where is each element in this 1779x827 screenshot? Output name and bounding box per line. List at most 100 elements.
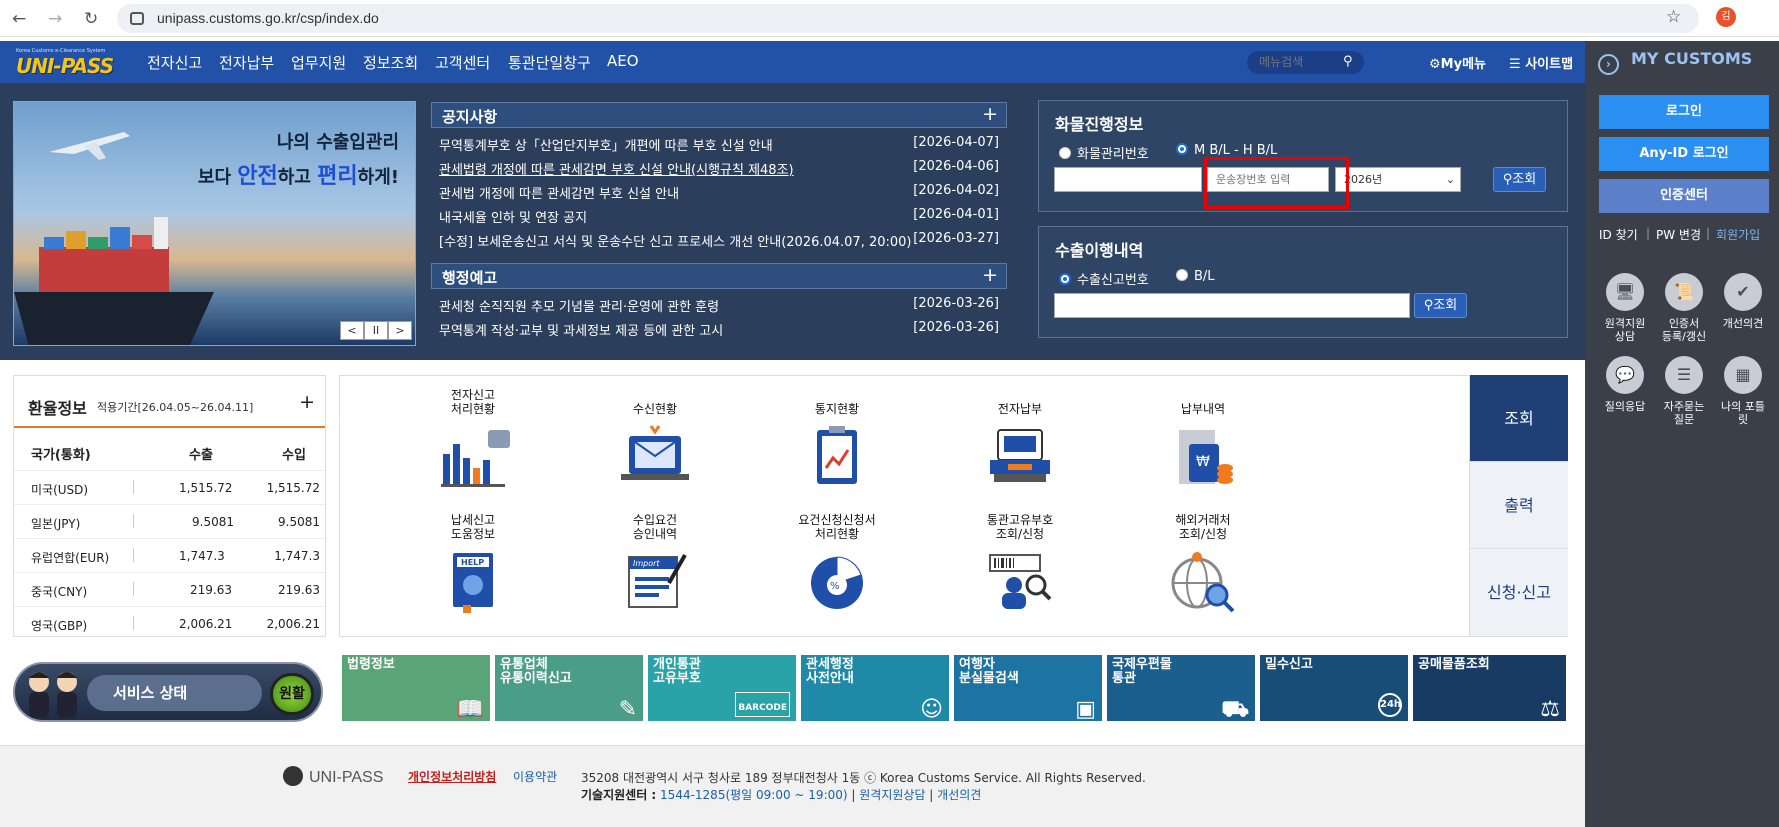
grid-item-edeclaration-status[interactable]: 전자신고 처리현황 — [403, 386, 543, 488]
forward-icon[interactable]: → — [48, 9, 62, 29]
tab-inquiry[interactable]: 조회 — [1470, 375, 1568, 462]
banner-prev-button[interactable]: < — [340, 321, 364, 340]
notice-item[interactable]: 무역통계부호 상「산업단지부호」개편에 따른 부호 신설 안내 [2026-04-… — [439, 135, 999, 154]
import-rate: 2,006.21 — [266, 617, 320, 631]
grid-item-overseas-partner[interactable]: 해외거래처 조회/신청 — [1133, 511, 1273, 613]
remote-support-link[interactable]: 원격지원상담 — [859, 788, 925, 802]
admin-notice-item[interactable]: 관세청 순직직원 추모 기념물 관리·운영에 관한 훈령 [2026-03-26] — [439, 296, 999, 315]
menu-info-search[interactable]: 정보조회 — [363, 52, 418, 73]
cert-center-button[interactable]: 인증센터 — [1599, 179, 1769, 213]
menu-customer-center[interactable]: 고객센터 — [435, 52, 490, 73]
banner-pause-button[interactable]: II — [364, 321, 388, 340]
notice-item[interactable]: [수정] 보세운송신고 서식 및 운송수단 신고 프로세스 개선 안내(2026… — [439, 231, 999, 250]
label-line: 처리현황 — [814, 527, 860, 541]
menu-single-window[interactable]: 통관단일창구 — [508, 52, 591, 73]
grid-item-import-requirement[interactable]: 수입요건 승인내역 Import — [585, 511, 725, 613]
radio-cargo-number[interactable]: 화물관리번호 — [1059, 143, 1149, 162]
link-label: 여행자 — [959, 657, 995, 672]
link-customs-guide[interactable]: 관세행정 사전안내 ☺ — [800, 654, 950, 722]
admin-notice-item[interactable]: 무역통계 작성·교부 및 과세정보 제공 등에 관한 고시 [2026-03-26… — [439, 320, 999, 339]
monitor-icon: 🖥 — [1606, 273, 1644, 311]
cargo-search-button[interactable]: ⚲조회 — [1493, 167, 1546, 192]
link-public-auction[interactable]: 공매물품조회 ⚖ — [1412, 654, 1567, 722]
bookmark-star-icon[interactable]: ☆ — [1666, 7, 1681, 27]
site-info-icon[interactable] — [130, 12, 144, 25]
link-intl-mail[interactable]: 국제우편물 통관 ⛟ — [1106, 654, 1256, 722]
grid-item-label: 전자신고 처리현황 — [403, 386, 543, 416]
reload-icon[interactable]: ↻ — [84, 9, 98, 29]
admin-notice-more-button[interactable]: + — [982, 264, 998, 286]
back-icon[interactable]: ← — [12, 9, 26, 29]
export-number-input[interactable] — [1054, 293, 1410, 318]
remote-support-shortcut[interactable]: 🖥 원격지원 상담 — [1595, 273, 1655, 343]
radio-export-number[interactable]: 수출신고번호 — [1059, 269, 1149, 288]
globe-search-icon — [1171, 552, 1235, 613]
tab-print[interactable]: 출력 — [1470, 462, 1568, 549]
find-id-link[interactable]: ID 찾기 — [1599, 226, 1638, 243]
mymenu-link[interactable]: ⚙My메뉴 — [1429, 53, 1486, 72]
link-personal-customs[interactable]: 개인통관 고유부호 BARCODE — [647, 654, 797, 722]
privacy-link[interactable]: 개인정보처리방침 — [408, 768, 496, 785]
grid-item-customs-code[interactable]: 통관고유부호 조회/신청 — [950, 511, 1090, 613]
export-search-button[interactable]: ⚲조회 — [1414, 293, 1467, 318]
grid-item-tax-help[interactable]: 납세신고 도움정보 HELP — [403, 511, 543, 613]
join-link[interactable]: 회원가입 — [1716, 226, 1760, 243]
grid-item-requirement-application[interactable]: 요건신청신청서 처리현황 % — [767, 511, 907, 613]
menu-e-payment[interactable]: 전자납부 — [219, 52, 274, 73]
banner-next-button[interactable]: > — [388, 321, 412, 340]
feedback-link[interactable]: 개선의견 — [937, 788, 981, 802]
menu-aeo[interactable]: AEO — [607, 52, 639, 70]
grid-item-label: 요건신청신청서 처리현황 — [767, 511, 907, 541]
cert-register-shortcut[interactable]: 📜 인증서 등록/갱신 — [1654, 273, 1714, 343]
radio-bl[interactable]: B/L — [1176, 269, 1215, 284]
feedback-shortcut[interactable]: ✔ 개선의견 — [1713, 273, 1773, 330]
export-rate: 1,515.72 — [179, 481, 233, 495]
laptop-mail-icon — [621, 425, 689, 480]
menu-work-support[interactable]: 업무지원 — [291, 52, 346, 73]
my-portlet-shortcut[interactable]: ▦ 나의 포틀 릿 — [1713, 356, 1773, 426]
my-customs-title[interactable]: › MY CUSTOMS — [1598, 49, 1752, 75]
cargo-ship-illustration — [14, 217, 214, 345]
terms-link[interactable]: 이용약관 — [513, 768, 557, 785]
anyid-login-button[interactable]: Any-ID 로그인 — [1599, 137, 1769, 171]
notice-text: 무역통계부호 상「산업단지부호」개편에 따른 부호 신설 안내 — [439, 139, 773, 154]
grid-item-payment-history[interactable]: 납부내역 ₩ — [1133, 386, 1273, 488]
grid-item-receive-status[interactable]: 수신현황 — [585, 386, 725, 488]
exchange-period: 적용기간[26.04.05~26.04.11] — [97, 401, 254, 414]
link-label: 밀수신고 — [1265, 657, 1313, 672]
radio-mbl-hbl[interactable]: M B/L - H B/L — [1176, 143, 1277, 158]
main-banner[interactable]: 나의 수출입관리 보다 안전하고 편리하게! < II > — [13, 101, 416, 346]
search-icon[interactable]: ⚲ — [1343, 54, 1353, 69]
country: 유럽연합(EUR) — [31, 551, 110, 565]
table-row: 유럽연합(EUR) 1,747.3 1,747.3 — [14, 538, 325, 572]
qna-shortcut[interactable]: 💬 질의응답 — [1595, 356, 1655, 413]
link-distribution[interactable]: 유통업체 유통이력신고 ✎ — [494, 654, 644, 722]
address-bar[interactable]: unipass.customs.go.kr/csp/index.do — [117, 4, 1699, 33]
grid-item-notice-status[interactable]: 통지현황 — [767, 386, 907, 488]
notice-item[interactable]: 관세법령 개정에 따른 관세감면 부호 신설 안내(시행규칙 제48조) [202… — [439, 159, 999, 178]
menu-e-declaration[interactable]: 전자신고 — [147, 52, 202, 73]
tab-apply[interactable]: 신청·신고 — [1470, 549, 1568, 637]
change-pw-link[interactable]: PW 변경 — [1656, 226, 1701, 243]
link-legal-info[interactable]: 법령정보 📖 — [341, 654, 491, 722]
grid-item-e-payment[interactable]: 전자납부 — [950, 386, 1090, 488]
profile-avatar[interactable]: 김 — [1716, 7, 1736, 27]
sitemap-link[interactable]: ☰ 사이트맵 — [1509, 53, 1573, 72]
banner-subtitle: 보다 안전하고 편리하게! — [198, 158, 399, 190]
notice-more-button[interactable]: + — [982, 103, 998, 125]
unipass-logo[interactable]: Korea Customs e-Clearance System UNI-PAS… — [16, 48, 114, 78]
notice-item[interactable]: 내국세율 인하 및 연장 공지 [2026-04-01] — [439, 207, 999, 226]
year-select[interactable]: 2026년 ⌄ — [1335, 167, 1461, 192]
mbl-input[interactable] — [1054, 167, 1202, 192]
notice-item[interactable]: 관세법 개정에 따른 관세감면 부호 신설 안내 [2026-04-02] — [439, 183, 999, 202]
faq-shortcut[interactable]: ☰ 자주묻는 질문 — [1654, 356, 1714, 426]
import-rate: 9.5081 — [278, 515, 320, 529]
link-smuggling-report[interactable]: 밀수신고 24h — [1259, 654, 1409, 722]
link-lost-items[interactable]: 여행자 분실물검색 ▣ — [953, 654, 1103, 722]
separator: | — [1646, 226, 1651, 240]
label-line: 해외거래처 — [1175, 513, 1231, 527]
exchange-more-button[interactable]: + — [299, 391, 315, 413]
menu-search-input[interactable] — [1259, 55, 1339, 69]
login-button[interactable]: 로그인 — [1599, 95, 1769, 129]
footer-support: 기술지원센터 : 1544-1285(평일 09:00 ~ 19:00) | 원… — [581, 788, 982, 802]
